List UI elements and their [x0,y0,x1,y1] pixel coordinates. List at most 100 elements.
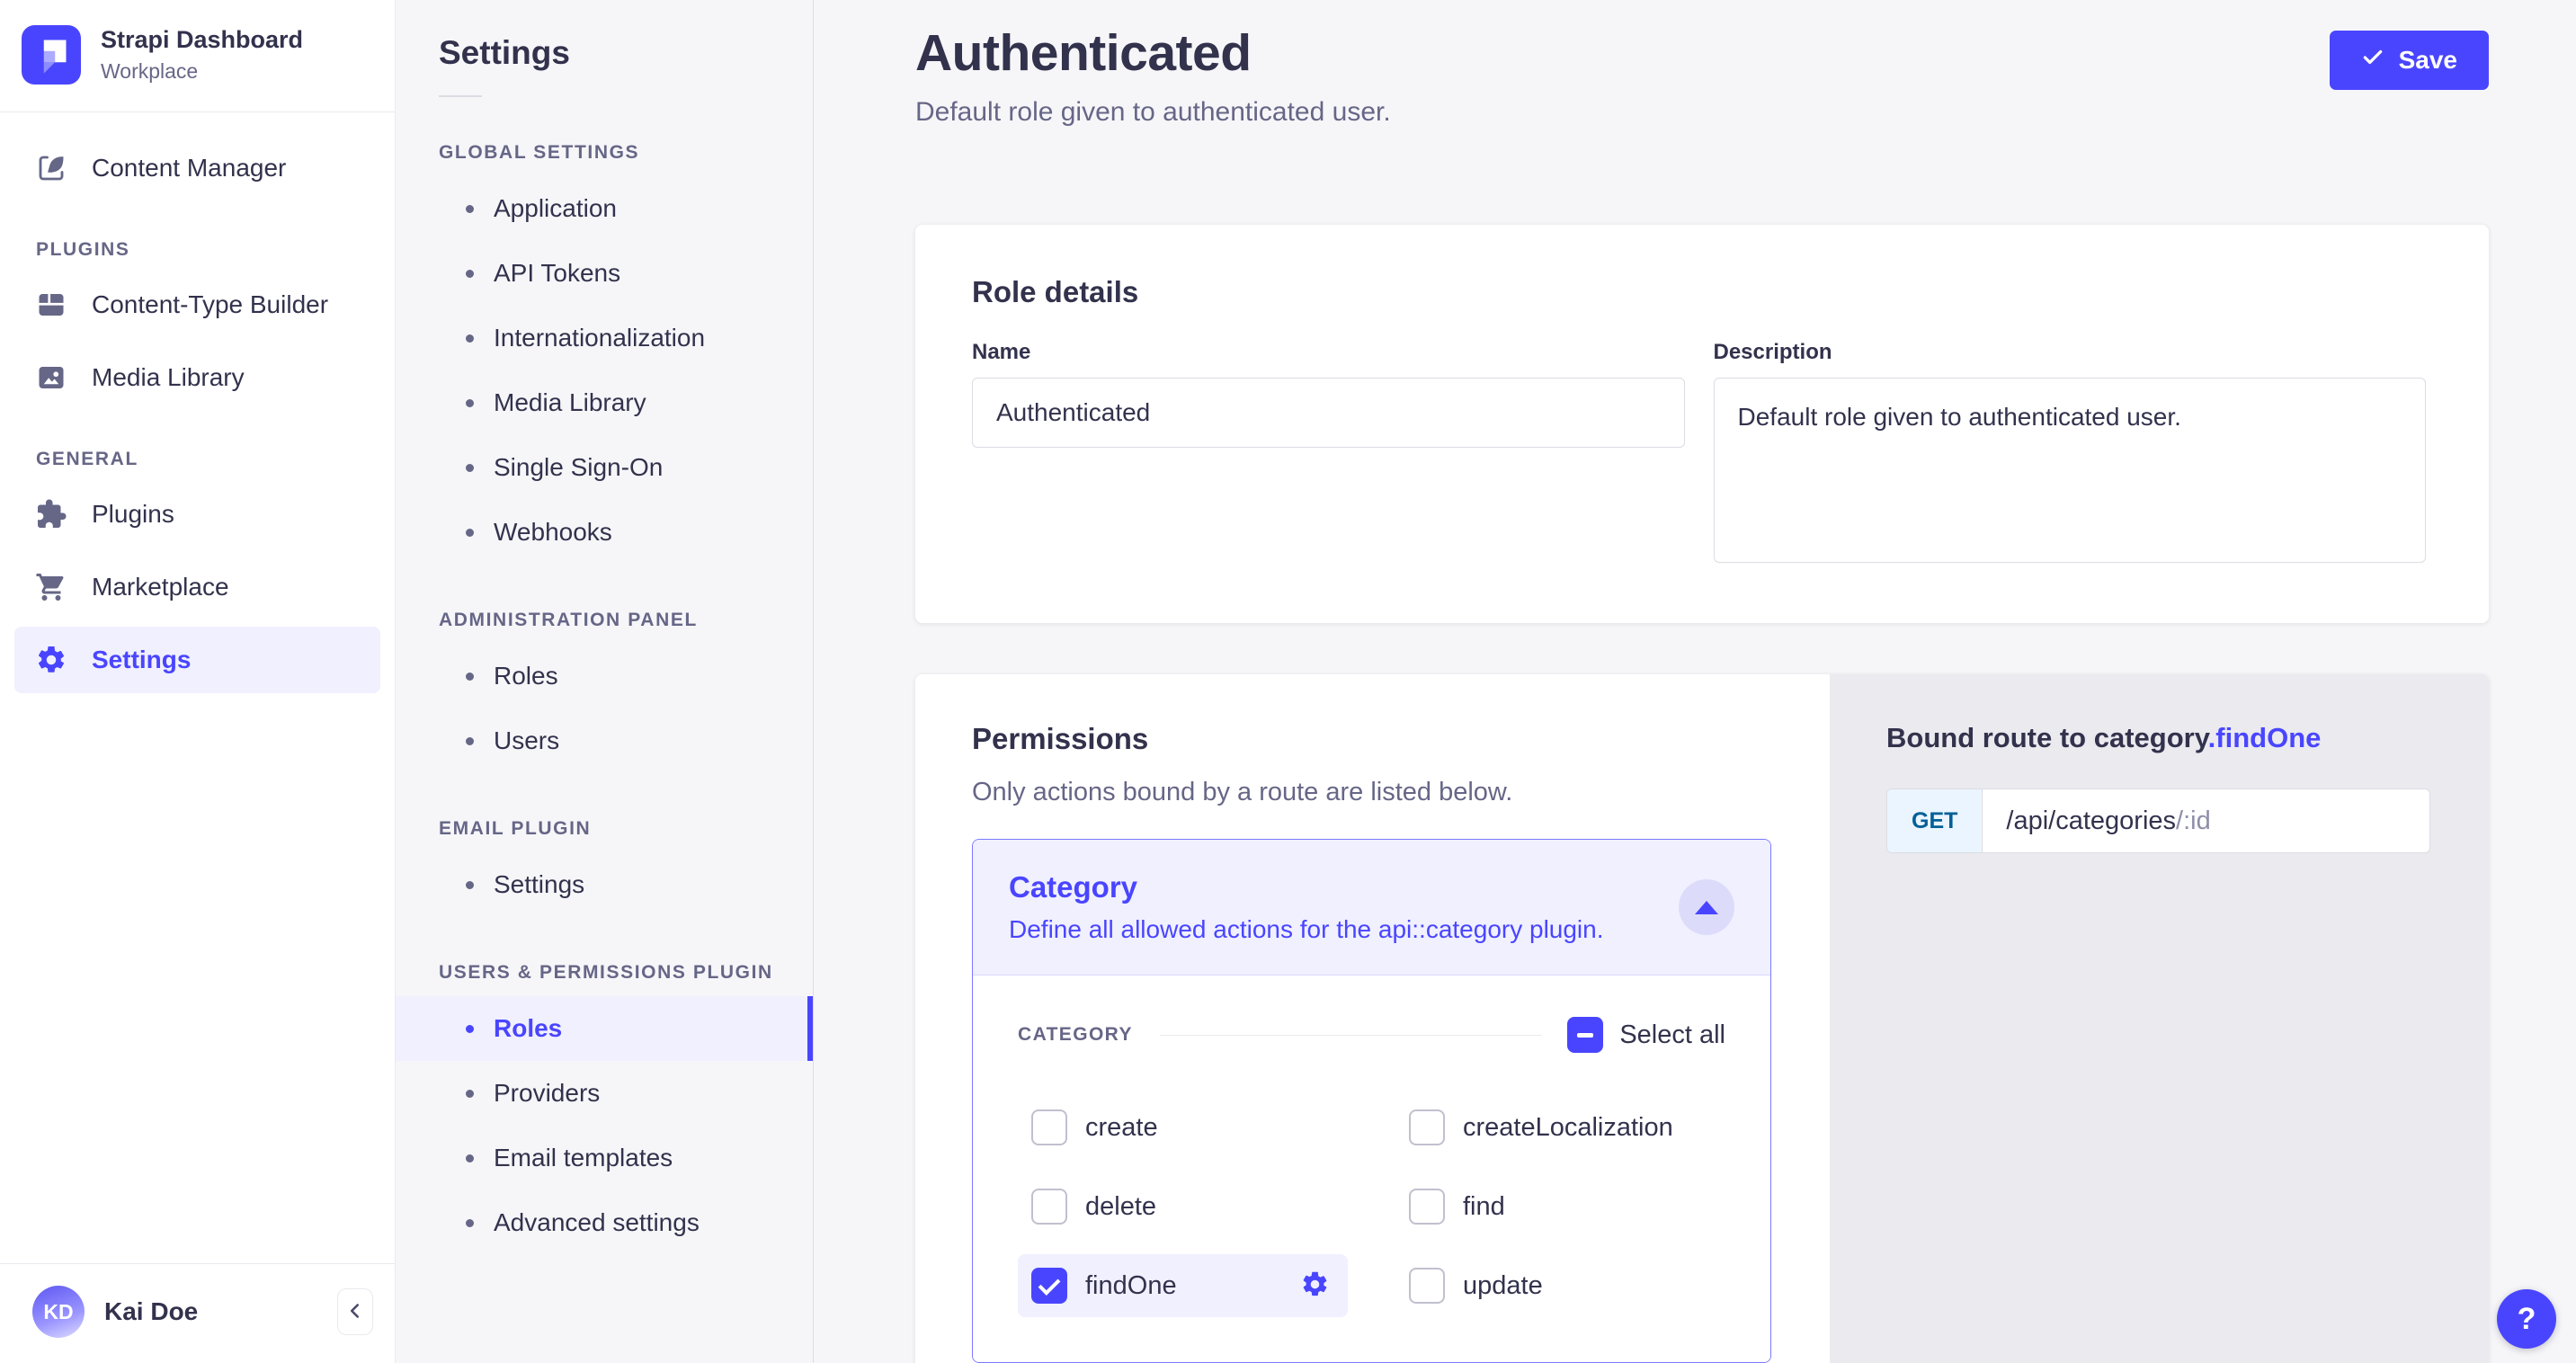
bullet-icon [466,464,474,472]
subnav-header-users-permissions-plugin: USERS & PERMISSIONS PLUGIN [439,962,813,984]
checkbox-findOne[interactable] [1031,1268,1067,1304]
subnav-header-email-plugin: EMAIL PLUGIN [439,818,813,840]
main-content: Authenticated Default role given to auth… [814,0,2576,1363]
permission-action-update[interactable]: update [1395,1254,1556,1317]
permission-action-find[interactable]: find [1395,1175,1519,1238]
bound-route-action: .findOne [2208,722,2322,753]
subnav-item-webhooks[interactable]: Webhooks [396,500,813,565]
checkbox-update[interactable] [1409,1268,1445,1304]
route-display: GET /api/categories/:id [1886,788,2430,853]
sidebar-item-marketplace[interactable]: Marketplace [14,554,380,620]
bullet-icon [466,205,474,213]
page-title: Authenticated [915,23,1391,83]
bullet-icon [466,737,474,745]
subnav-item-up-roles[interactable]: Roles [396,996,813,1061]
save-button[interactable]: Save [2330,31,2489,90]
cart-icon [34,570,68,604]
subnav-header-administration-panel: ADMINISTRATION PANEL [439,610,813,631]
name-label: Name [972,340,1685,365]
subnav-item-media-library[interactable]: Media Library [396,370,813,435]
sidebar-item-label: Content Manager [92,154,286,183]
app-title: Strapi Dashboard [101,26,303,54]
nav-section-header-plugins: PLUGINS [36,239,395,261]
category-group-label: CATEGORY [1018,1024,1133,1046]
permission-action-create[interactable]: create [1018,1096,1172,1159]
bullet-icon [466,1154,474,1163]
action-settings-button[interactable] [1300,1269,1330,1302]
bullet-icon [466,1090,474,1098]
subnav-title: Settings [439,34,813,72]
sidebar-item-label: Plugins [92,500,174,529]
bullet-icon [466,399,474,407]
subnav-item-email-templates[interactable]: Email templates [396,1126,813,1190]
subnav-item-email-settings[interactable]: Settings [396,852,813,917]
brand[interactable]: Strapi Dashboard Workplace [0,0,395,111]
user-name[interactable]: Kai Doe [104,1297,337,1326]
route-path: /api/categories/:id [1983,789,2233,852]
main-sidebar: Strapi Dashboard Workplace Content Manag… [0,0,396,1363]
subnav-item-single-sign-on[interactable]: Single Sign-On [396,435,813,500]
chevron-left-icon [343,1299,367,1325]
accordion-title: Category [1009,870,1604,904]
sidebar-item-label: Content-Type Builder [92,290,328,319]
bound-route-heading: Bound route to category.findOne [1886,722,2430,754]
content-type-builder-icon [34,288,68,322]
checkbox-create[interactable] [1031,1109,1067,1145]
permissions-subtitle: Only actions bound by a route are listed… [972,778,1771,807]
role-name-input[interactable] [972,378,1685,448]
subnav-item-admin-users[interactable]: Users [396,708,813,773]
collapse-sidebar-button[interactable] [337,1288,373,1335]
sidebar-item-label: Media Library [92,363,245,392]
permission-action-findOne[interactable]: findOne [1018,1254,1348,1317]
select-all-checkbox[interactable] [1567,1017,1603,1053]
bullet-icon [466,529,474,537]
sidebar-item-content-type-builder[interactable]: Content-Type Builder [14,272,380,338]
check-icon [2361,46,2384,76]
permissions-card: Permissions Only actions bound by a rout… [915,674,1830,1363]
sidebar-item-plugins[interactable]: Plugins [14,481,380,548]
category-accordion: Category Define all allowed actions for … [972,839,1771,1363]
puzzle-icon [34,497,68,531]
nav-section-header-general: GENERAL [36,449,395,470]
subnav-item-admin-roles[interactable]: Roles [396,644,813,708]
accordion-subtitle: Define all allowed actions for the api::… [1009,915,1604,944]
role-description-textarea[interactable]: Default role given to authenticated user… [1714,378,2427,563]
media-library-icon [34,361,68,395]
subnav-header-global-settings: GLOBAL SETTINGS [439,142,813,164]
collapse-accordion-button[interactable] [1679,879,1734,935]
http-method-badge: GET [1887,789,1983,852]
triangle-up-icon [1695,901,1718,914]
question-mark-icon: ? [2518,1302,2536,1337]
role-details-heading: Role details [972,275,2426,309]
subnav-item-providers[interactable]: Providers [396,1061,813,1126]
avatar[interactable]: KD [32,1286,85,1338]
description-label: Description [1714,340,2427,365]
subnav-item-advanced-settings[interactable]: Advanced settings [396,1190,813,1255]
workspace-name: Workplace [101,59,303,84]
subnav-item-api-tokens[interactable]: API Tokens [396,241,813,306]
permission-action-createLocalization[interactable]: createLocalization [1395,1096,1687,1159]
subnav-item-application[interactable]: Application [396,176,813,241]
bullet-icon [466,1025,474,1033]
category-accordion-header[interactable]: Category Define all allowed actions for … [973,840,1770,975]
checkbox-delete[interactable] [1031,1189,1067,1225]
bullet-icon [466,881,474,889]
select-all[interactable]: Select all [1567,1017,1725,1053]
sidebar-item-media-library[interactable]: Media Library [14,344,380,411]
checkbox-createLocalization[interactable] [1409,1109,1445,1145]
permission-action-delete[interactable]: delete [1018,1175,1170,1238]
bound-route-panel: Bound route to category.findOne GET /api… [1830,674,2489,1363]
content-manager-icon [34,151,68,185]
page-subtitle: Default role given to authenticated user… [915,97,1391,128]
sidebar-item-label: Marketplace [92,573,229,601]
checkbox-find[interactable] [1409,1189,1445,1225]
sidebar-item-settings[interactable]: Settings [14,627,380,693]
sidebar-item-label: Settings [92,646,191,674]
divider [439,95,482,97]
subnav-item-internationalization[interactable]: Internationalization [396,306,813,370]
divider [1160,1035,1542,1036]
help-button[interactable]: ? [2497,1289,2556,1349]
strapi-logo-icon [22,25,81,85]
sidebar-item-content-manager[interactable]: Content Manager [14,135,380,201]
gear-icon [1300,1269,1330,1302]
